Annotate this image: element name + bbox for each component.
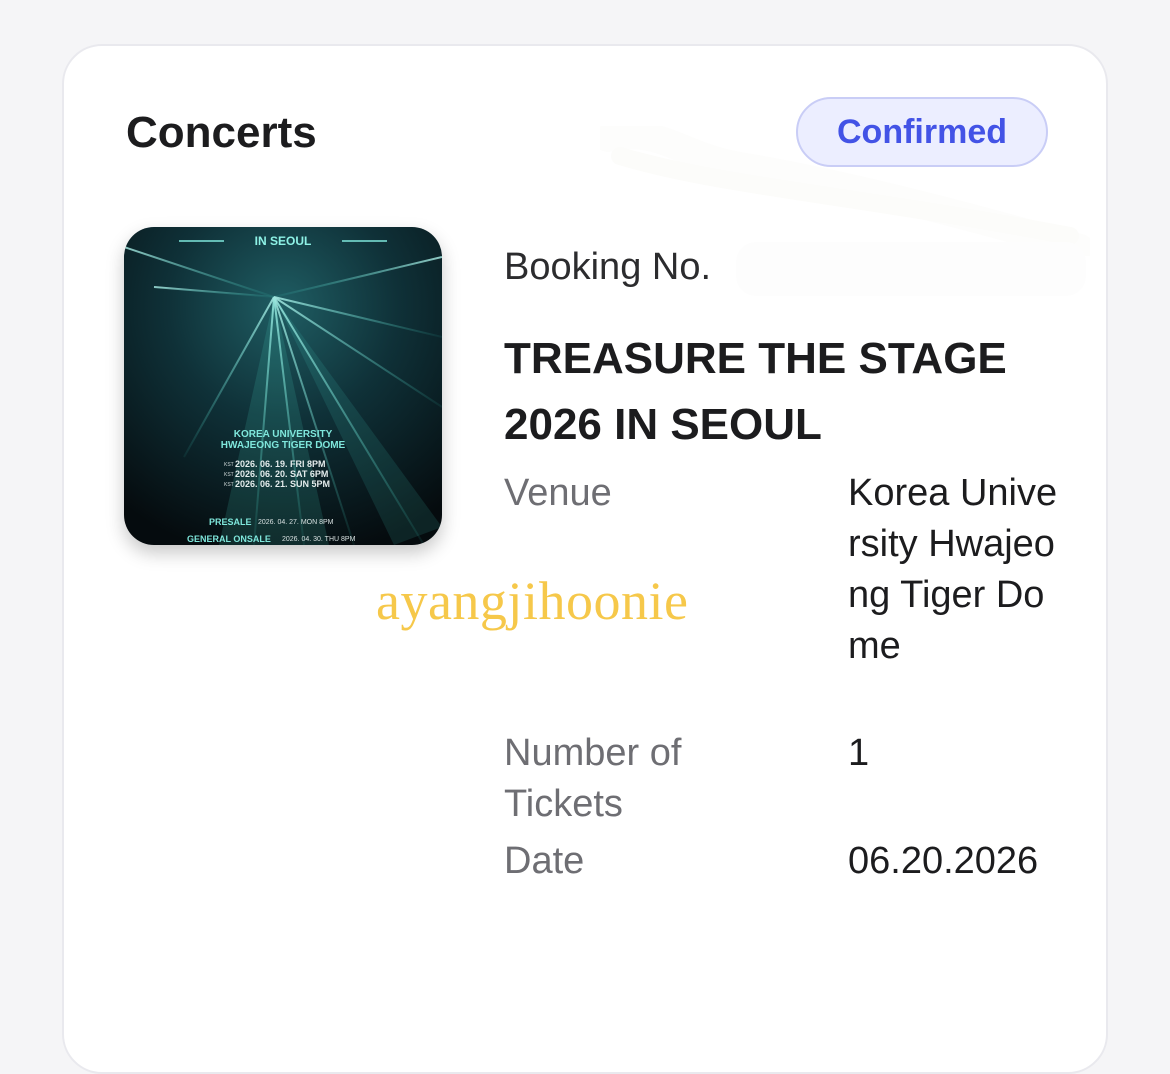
date-value: 06.20.2026 [848, 840, 1039, 882]
poster-kst: KST [224, 482, 234, 488]
tickets-value: 1 [848, 732, 870, 774]
booking-number-redaction [736, 242, 1086, 296]
poster-date-1: 2026. 06. 19. FRI 8PM [235, 459, 326, 469]
redaction-scribble [600, 126, 1090, 256]
watermark-text: ayangjihoonie [376, 571, 689, 631]
poster-kst: KST [224, 472, 234, 478]
section-title: Concerts [126, 108, 317, 157]
poster-date-3: 2026. 06. 21. SUN 5PM [235, 479, 330, 489]
concert-poster[interactable]: IN SEOUL KOREA UNIVERSITY HWAJEONG TIGER… [124, 227, 442, 545]
date-label: Date [504, 840, 585, 882]
booking-card: Concerts Confirmed IN SEOUL KOREA UNIVER… [62, 44, 1108, 1074]
poster-onsale-date: 2026. 04. 30. THU 8PM [282, 536, 356, 543]
poster-presale-date: 2026. 04. 27. MON 8PM [258, 519, 334, 526]
poster-header: IN SEOUL [255, 234, 312, 248]
event-title: TREASURE THE STAGE 2026 IN SEOUL [504, 334, 1007, 449]
booking-number-label: Booking No. [504, 246, 712, 288]
poster-venue-line1: KOREA UNIVERSITY [234, 429, 333, 440]
poster-presale-label: PRESALE [209, 517, 252, 527]
tickets-label: Number of Tickets [504, 732, 682, 825]
venue-label: Venue [504, 472, 612, 514]
poster-kst: KST [224, 462, 234, 468]
poster-date-2: 2026. 06. 20. SAT 6PM [235, 469, 328, 479]
poster-venue-line2: HWAJEONG TIGER DOME [221, 440, 346, 451]
poster-onsale-label: GENERAL ONSALE [187, 534, 271, 544]
venue-value: Korea University Hwajeong Tiger Dome [848, 472, 1058, 667]
